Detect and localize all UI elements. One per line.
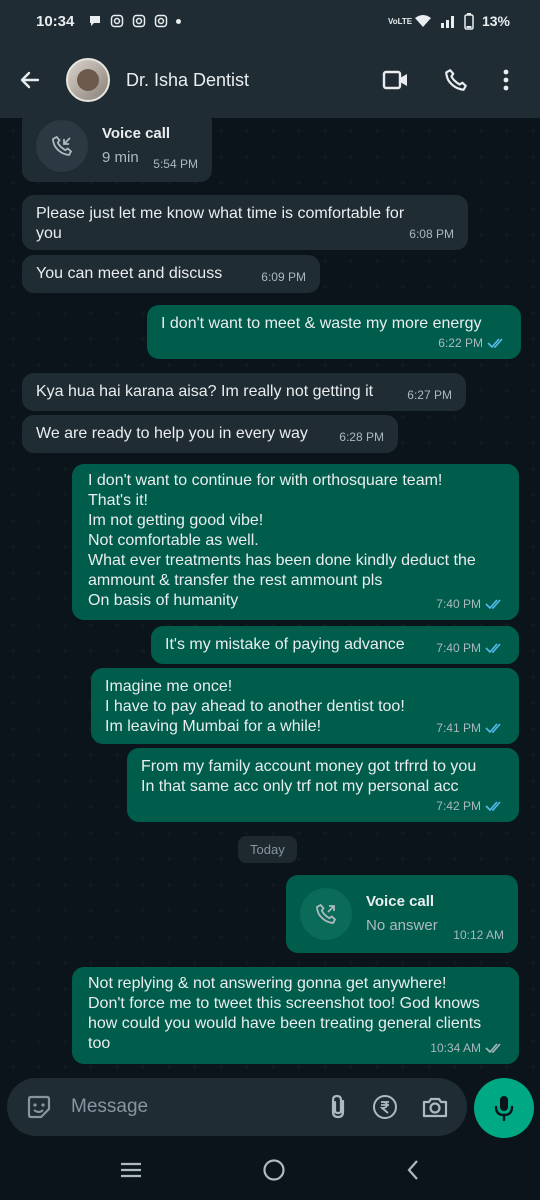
more-vert-icon [503,69,509,91]
voice-message-button[interactable] [474,1078,534,1138]
sticker-icon[interactable] [25,1093,53,1121]
composer-bar: Message [0,1073,540,1140]
call-status: No answer [366,917,438,934]
status-bar: 10:34 VoLTE 13% [0,0,540,42]
outgoing-message[interactable]: I don't want to continue for with orthos… [72,464,519,620]
message-time: 5:54 PM [153,157,198,171]
attach-icon[interactable] [327,1093,349,1121]
call-title: Voice call [102,125,171,142]
back-arrow-icon [20,71,40,89]
read-ticks-icon [485,599,501,610]
message-input[interactable]: Message [7,1078,467,1136]
microphone-icon [494,1096,514,1122]
chat-header: Dr. Isha Dentist [0,42,540,118]
video-call-button[interactable] [366,50,426,110]
message-time: 7:40 PM [436,641,481,655]
message-time: 7:40 PM [436,597,481,611]
message-text: Please just let me know what time is com… [36,205,405,242]
delivered-ticks-icon [485,1043,501,1054]
incoming-message[interactable]: We are ready to help you in every way 6:… [22,415,398,453]
instagram-icon [155,14,168,28]
back-button[interactable] [0,42,60,118]
outgoing-message[interactable]: I don't want to meet & waste my more ene… [147,305,521,359]
outgoing-message[interactable]: It's my mistake of paying advance 7:40 P… [151,626,519,664]
message-text: We are ready to help you in every way [36,425,308,442]
message-time: 6:28 PM [339,430,384,444]
more-options-button[interactable] [486,50,526,110]
chat-bubble-icon [90,16,101,26]
recents-menu-icon[interactable] [119,1161,143,1179]
read-ticks-icon [485,723,501,734]
read-ticks-icon [487,338,503,349]
chat-area[interactable]: Voice call 9 min 5:54 PM Please just let… [0,118,540,1073]
read-ticks-icon [485,643,501,654]
volte-label: VoLTE [387,16,413,26]
message-time: 7:42 PM [436,799,481,813]
voice-call-bubble[interactable]: Voice call 9 min 5:54 PM [22,118,212,182]
status-right: VoLTE 13% [387,12,510,30]
home-circle-icon[interactable] [262,1158,286,1182]
instagram-icon [133,14,146,28]
incoming-message[interactable]: Kya hua hai karana aisa? Im really not g… [22,373,466,411]
message-time: 6:08 PM [409,227,454,241]
wifi-icon [414,15,431,27]
signal-icon [440,16,454,28]
camera-icon[interactable] [421,1094,449,1120]
message-time: 6:09 PM [261,270,306,284]
incoming-message[interactable]: Please just let me know what time is com… [22,195,468,250]
message-time: 10:12 AM [453,928,504,942]
message-text: I don't want to meet & waste my more ene… [161,315,482,332]
read-ticks-icon [485,801,501,812]
message-time: 7:41 PM [436,721,481,735]
back-chevron-icon[interactable] [405,1158,421,1182]
status-time: 10:34 [36,12,75,30]
message-time: 6:22 PM [438,336,483,350]
incoming-call-icon [52,135,73,156]
call-icon-wrap [300,888,352,940]
outgoing-message[interactable]: Not replying & not answering gonna get a… [72,967,519,1064]
instagram-icon [111,14,124,28]
message-text: I don't want to continue for with orthos… [88,472,476,609]
battery-icon [464,12,474,30]
system-nav-bar [0,1140,540,1200]
incoming-message[interactable]: You can meet and discuss 6:09 PM [22,255,320,293]
contact-name[interactable]: Dr. Isha Dentist [126,70,249,91]
contact-avatar[interactable] [66,58,110,102]
outgoing-message[interactable]: Imagine me once! I have to pay ahead to … [91,668,519,744]
day-separator: Today [238,836,297,863]
video-camera-icon [382,70,407,90]
voice-call-bubble[interactable]: Voice call No answer 10:12 AM [286,875,518,953]
outgoing-message[interactable]: From my family account money got trfrrd … [127,748,519,822]
message-text: Kya hua hai karana aisa? Im really not g… [36,383,374,400]
more-notifications-dot [176,18,182,24]
battery-percent: 13% [481,13,510,29]
voice-call-button[interactable] [426,50,486,110]
message-time: 6:27 PM [407,388,452,402]
missed-call-icon-wrap [36,120,88,172]
call-title: Voice call [366,893,435,910]
phone-icon [445,69,467,91]
message-time: 10:34 AM [430,1041,481,1055]
message-text: From my family account money got trfrrd … [141,758,477,795]
rupee-payment-icon[interactable] [371,1093,399,1121]
notification-icons [88,14,182,28]
message-placeholder: Message [71,1096,149,1117]
outgoing-call-icon [316,903,337,924]
